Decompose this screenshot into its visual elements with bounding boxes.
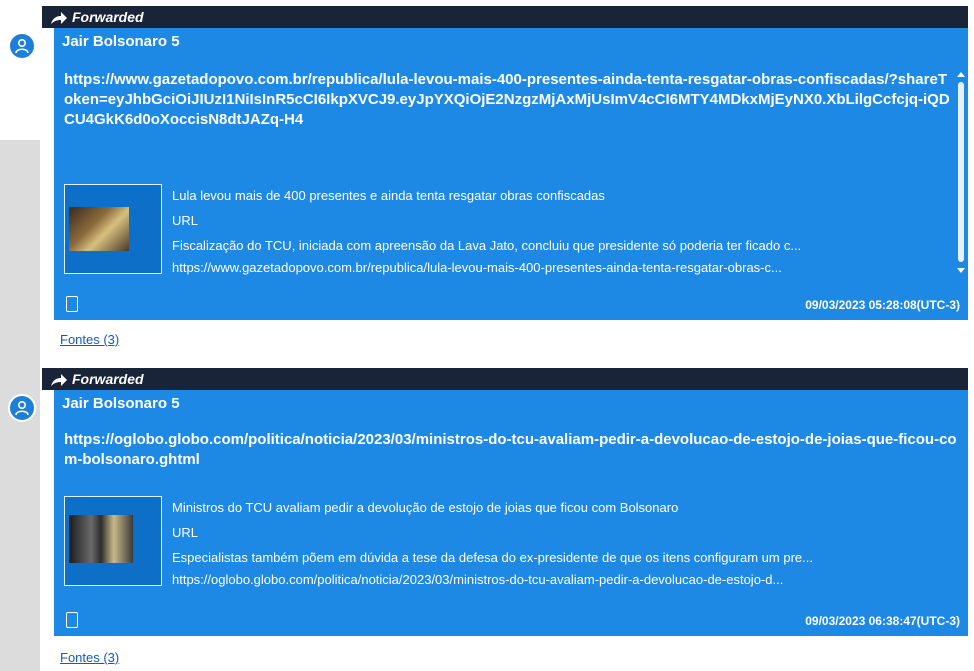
sources-link[interactable]: Fontes (3)	[60, 332, 119, 347]
message-url[interactable]: https://oglobo.globo.com/politica/notici…	[64, 430, 960, 470]
preview-description: Especialistas também põem em dúvida a te…	[172, 550, 813, 565]
preview-type: URL	[172, 525, 199, 540]
message-url[interactable]: https://www.gazetadopovo.com.br/republic…	[64, 70, 950, 130]
message-1: Forwarded Jair Bolsonaro 5 https://www.g…	[0, 6, 974, 347]
preview-link: https://oglobo.globo.com/politica/notici…	[172, 572, 784, 587]
preview-type: URL	[172, 213, 199, 228]
preview-description: Fiscalização do TCU, iniciada com apreen…	[172, 238, 802, 253]
sender-name: Jair Bolsonaro 5	[62, 395, 180, 412]
timestamp: 09/03/2023 06:38:47(UTC-3)	[805, 614, 960, 628]
scrollbar[interactable]	[958, 82, 964, 262]
avatar-icon[interactable]	[8, 394, 36, 422]
preview-thumbnail	[64, 184, 162, 274]
forwarded-label: Forwarded	[72, 9, 144, 25]
phone-icon	[66, 612, 78, 628]
forwarded-label: Forwarded	[72, 371, 144, 387]
preview-title: Lula levou mais de 400 presentes e ainda…	[172, 188, 605, 203]
link-preview[interactable]: Lula levou mais de 400 presentes e ainda…	[64, 184, 954, 276]
message-bubble: Jair Bolsonaro 5 https://www.gazetadopov…	[54, 28, 968, 320]
preview-link: https://www.gazetadopovo.com.br/republic…	[172, 260, 782, 275]
message-bubble: Jair Bolsonaro 5 https://oglobo.globo.co…	[54, 390, 968, 636]
scroll-up-icon[interactable]	[957, 72, 965, 77]
message-2: Forwarded Jair Bolsonaro 5 https://oglob…	[0, 368, 974, 671]
forwarded-bar: Forwarded	[42, 368, 968, 390]
forwarded-bar: Forwarded	[42, 6, 968, 28]
preview-title: Ministros do TCU avaliam pedir a devoluç…	[172, 500, 679, 515]
avatar-icon[interactable]	[8, 32, 36, 60]
sender-name: Jair Bolsonaro 5	[62, 33, 180, 50]
sources-link[interactable]: Fontes (3)	[60, 650, 119, 665]
phone-icon	[66, 296, 78, 312]
link-preview[interactable]: Ministros do TCU avaliam pedir a devoluç…	[64, 496, 954, 588]
timestamp: 09/03/2023 05:28:08(UTC-3)	[805, 298, 960, 312]
scroll-down-icon[interactable]	[957, 268, 965, 273]
preview-thumbnail	[64, 496, 162, 586]
